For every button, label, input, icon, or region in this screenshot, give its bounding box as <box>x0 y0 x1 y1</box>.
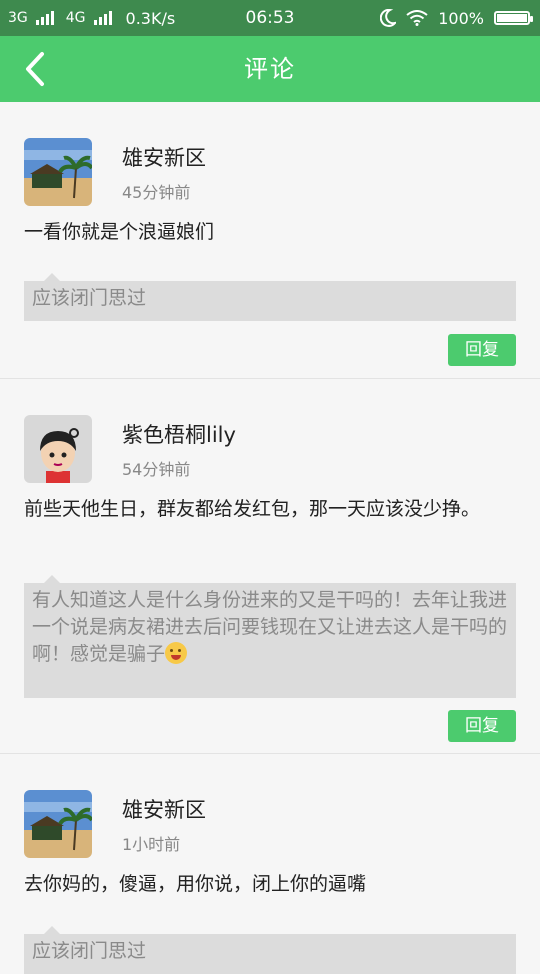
emoji-icon <box>165 642 188 664</box>
comment-text: 一看你就是个浪逼娘们 <box>24 221 215 243</box>
cartoon-boy-avatar-image <box>24 415 92 483</box>
moon-icon <box>380 9 397 27</box>
author-name[interactable]: 紫色梧桐lily <box>122 419 236 449</box>
comment-time: 1小时前 <box>122 835 181 854</box>
author-name[interactable]: 雄安新区 <box>122 794 206 824</box>
comment-text: 前些天他生日，群友都给发红包，那一天应该没少挣。 <box>24 498 481 520</box>
comment-text: 去你妈的，傻逼，用你说，闭上你的逼嘴 <box>24 873 367 895</box>
status-right: 100% <box>380 0 533 36</box>
avatar[interactable] <box>24 415 92 483</box>
quoted-reply-text: 有人知道这人是什么身份进来的又是干吗的！去年让我进一个说是病友裙进去后问要钱现在… <box>32 589 508 665</box>
reply-button[interactable]: 回复 <box>448 710 516 742</box>
quoted-reply: 应该闭门思过 <box>24 926 516 974</box>
battery-icon <box>494 11 533 25</box>
status-bar: 3G 4G 0.3K/s 06:53 100% <box>0 0 540 36</box>
beach-avatar-image <box>24 138 92 206</box>
app-header: 评论 <box>0 36 540 102</box>
comment-item: 雄安新区 45分钟前 一看你就是个浪逼娘们 应该闭门思过 回复 <box>0 102 540 379</box>
battery-fill <box>497 14 527 22</box>
quoted-reply: 应该闭门思过 <box>24 273 516 321</box>
comment-item: 雄安新区 1小时前 去你妈的，傻逼，用你说，闭上你的逼嘴 应该闭门思过 <box>0 754 540 974</box>
avatar[interactable] <box>24 790 92 858</box>
comment-time: 45分钟前 <box>122 183 191 202</box>
beach-avatar-image <box>24 790 92 858</box>
author-name[interactable]: 雄安新区 <box>122 142 206 172</box>
page-title: 评论 <box>244 55 296 83</box>
battery-percent: 100% <box>438 8 484 28</box>
wifi-icon <box>406 10 428 26</box>
quoted-reply: 有人知道这人是什么身份进来的又是干吗的！去年让我进一个说是病友裙进去后问要钱现在… <box>24 575 516 698</box>
comment-list: 雄安新区 45分钟前 一看你就是个浪逼娘们 应该闭门思过 回复 紫色梧桐lily… <box>0 102 540 974</box>
comment-time: 54分钟前 <box>122 460 191 479</box>
reply-button[interactable]: 回复 <box>448 334 516 366</box>
comment-item: 紫色梧桐lily 54分钟前 前些天他生日，群友都给发红包，那一天应该没少挣。 … <box>0 379 540 754</box>
avatar[interactable] <box>24 138 92 206</box>
